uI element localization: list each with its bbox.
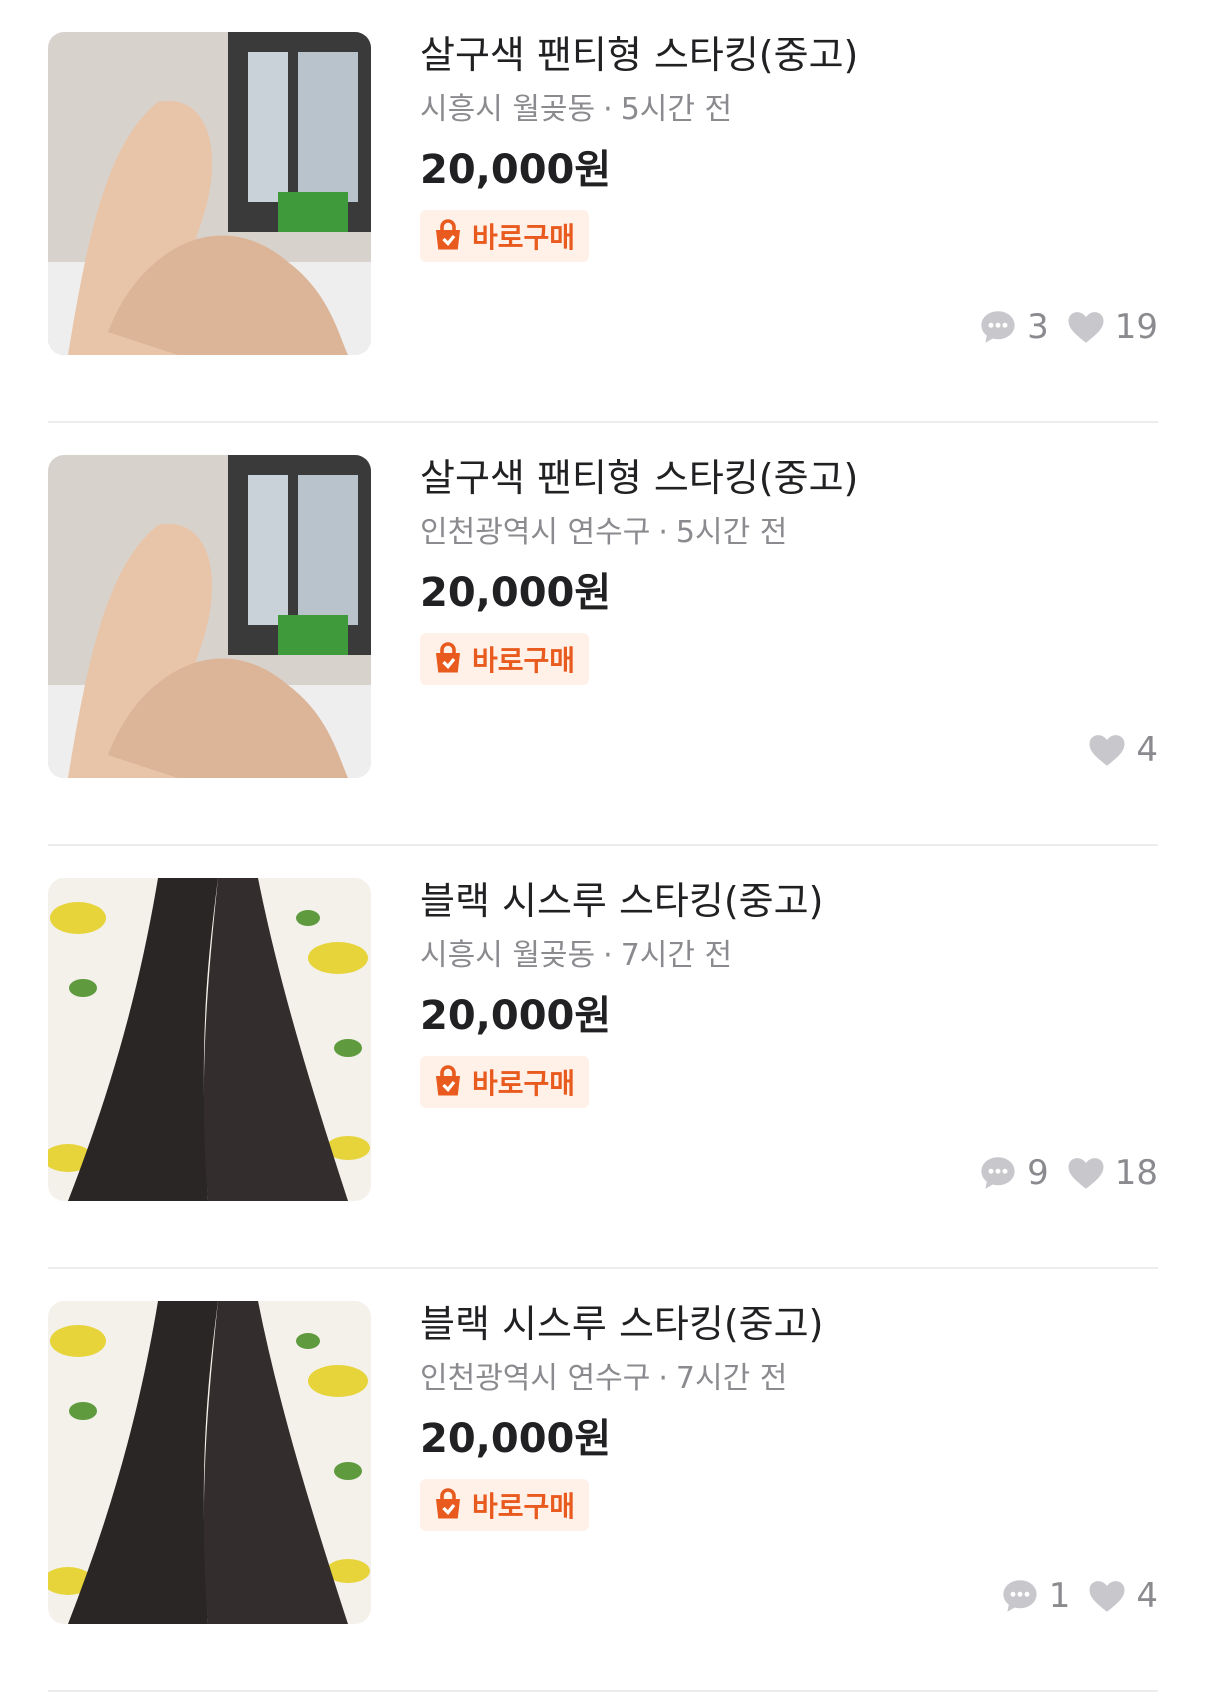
badge-label: 바로구매 [472,221,576,254]
product-meta: 시흥시 월곶동 · 7시간 전 [420,936,1158,976]
meta-separator: · [603,92,613,127]
product-stats: 9 18 [961,1148,1158,1198]
chat-count-value: 1 [1048,1576,1071,1616]
badge-label: 바로구매 [472,644,576,677]
shopping-bag-icon [430,641,466,677]
product-thumbnail[interactable] [48,878,371,1201]
chat-count: 9 [977,1152,1049,1194]
product-stats: 4 [1070,725,1158,775]
product-thumbnail[interactable] [48,32,371,355]
chat-count-value: 9 [1027,1153,1049,1193]
product-time: 5시간 전 [675,515,788,550]
like-count: 19 [1065,306,1158,348]
like-count-value: 18 [1114,1153,1158,1193]
list-item[interactable]: 블랙 시스루 스타킹(중고) 인천광역시 연수구 · 7시간 전 20,000원 바… [0,1269,1206,1692]
chat-count: 1 [999,1575,1071,1617]
instant-buy-badge: 바로구매 [420,1056,590,1108]
product-time: 5시간 전 [620,92,733,127]
product-title[interactable]: 블랙 시스루 스타킹(중고) [420,1297,1158,1351]
like-count-value: 4 [1136,1576,1158,1616]
like-count: 4 [1086,1575,1158,1617]
instant-buy-badge: 바로구매 [420,633,590,685]
chat-bubble-icon [977,1152,1019,1194]
meta-separator: · [658,1361,668,1396]
shopping-bag-icon [430,218,466,254]
product-stats: 1 4 [983,1571,1158,1621]
product-list: 살구색 팬티형 스타킹(중고) 시흥시 월곶동 · 5시간 전 20,000원 바로… [0,0,1206,1692]
product-title[interactable]: 블랙 시스루 스타킹(중고) [420,874,1158,928]
product-location: 인천광역시 연수구 [420,1361,651,1396]
chat-count: 3 [977,306,1049,348]
product-info: 살구색 팬티형 스타킹(중고) 시흥시 월곶동 · 5시간 전 20,000원 바로… [420,28,1158,262]
product-title[interactable]: 살구색 팬티형 스타킹(중고) [420,28,1158,82]
product-title[interactable]: 살구색 팬티형 스타킹(중고) [420,451,1158,505]
shopping-bag-icon [430,1064,466,1100]
instant-buy-badge: 바로구매 [420,210,590,262]
like-count-value: 19 [1114,307,1158,347]
product-meta: 인천광역시 연수구 · 5시간 전 [420,513,1158,553]
product-price: 20,000원 [420,570,612,616]
heart-icon [1065,306,1107,348]
heart-icon [1086,729,1128,771]
product-price: 20,000원 [420,147,612,193]
product-stats: 3 19 [961,302,1158,352]
meta-separator: · [658,515,668,550]
product-thumbnail[interactable] [48,1301,371,1624]
product-time: 7시간 전 [675,1361,788,1396]
product-location: 시흥시 월곶동 [420,938,596,973]
product-location: 시흥시 월곶동 [420,92,596,127]
like-count-value: 4 [1136,730,1158,770]
list-item[interactable]: 살구색 팬티형 스타킹(중고) 인천광역시 연수구 · 5시간 전 20,000원 … [0,423,1206,846]
product-meta: 시흥시 월곶동 · 5시간 전 [420,90,1158,130]
product-thumbnail[interactable] [48,455,371,778]
product-price: 20,000원 [420,1416,612,1462]
chat-bubble-icon [999,1575,1041,1617]
list-item[interactable]: 살구색 팬티형 스타킹(중고) 시흥시 월곶동 · 5시간 전 20,000원 바로… [0,0,1206,423]
product-location: 인천광역시 연수구 [420,515,651,550]
like-count: 4 [1086,729,1158,771]
badge-label: 바로구매 [472,1067,576,1100]
product-meta: 인천광역시 연수구 · 7시간 전 [420,1359,1158,1399]
heart-icon [1065,1152,1107,1194]
heart-icon [1086,1575,1128,1617]
chat-bubble-icon [977,306,1019,348]
product-info: 블랙 시스루 스타킹(중고) 시흥시 월곶동 · 7시간 전 20,000원 바로구… [420,874,1158,1108]
chat-count-value: 3 [1027,307,1049,347]
badge-label: 바로구매 [472,1490,576,1523]
product-info: 블랙 시스루 스타킹(중고) 인천광역시 연수구 · 7시간 전 20,000원 바… [420,1297,1158,1531]
product-info: 살구색 팬티형 스타킹(중고) 인천광역시 연수구 · 5시간 전 20,000원 … [420,451,1158,685]
instant-buy-badge: 바로구매 [420,1479,590,1531]
product-price: 20,000원 [420,993,612,1039]
list-item[interactable]: 블랙 시스루 스타킹(중고) 시흥시 월곶동 · 7시간 전 20,000원 바로구… [0,846,1206,1269]
meta-separator: · [603,938,613,973]
shopping-bag-icon [430,1487,466,1523]
product-time: 7시간 전 [620,938,733,973]
like-count: 18 [1065,1152,1158,1194]
